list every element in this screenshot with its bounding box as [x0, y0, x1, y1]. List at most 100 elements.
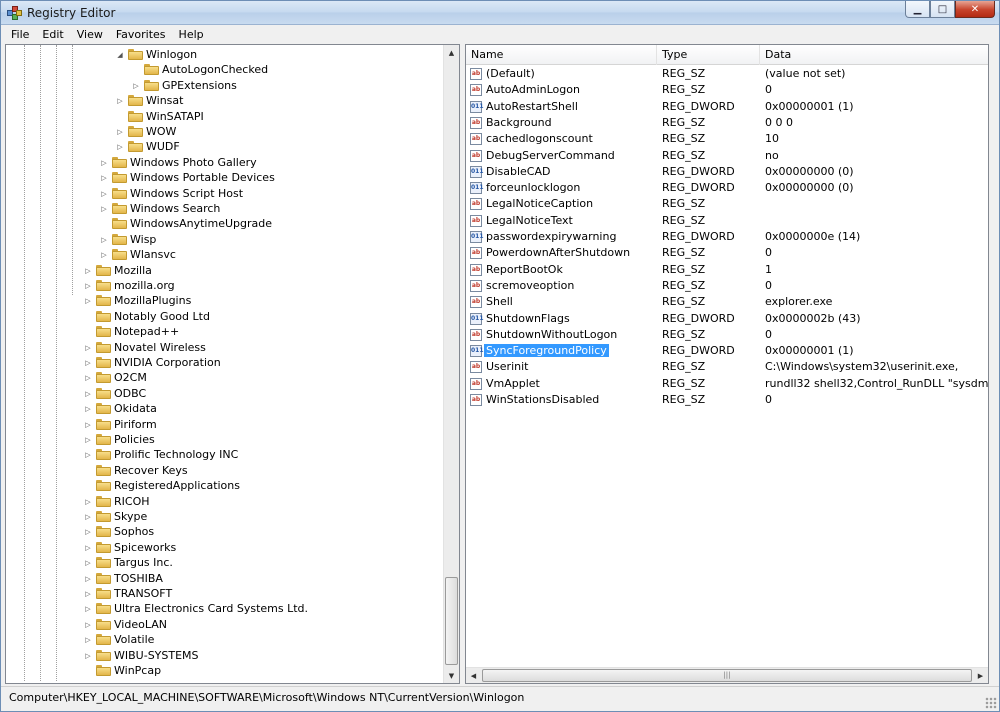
- column-header-data[interactable]: Data: [760, 45, 988, 65]
- value-row[interactable]: ab ReportBootOk REG_SZ 1: [466, 262, 988, 278]
- close-button[interactable]: ✕: [955, 1, 995, 18]
- expand-arrow-icon[interactable]: ▷: [100, 159, 108, 167]
- tree-node[interactable]: Notably Good Ltd: [6, 309, 446, 324]
- tree-node[interactable]: ▷ Windows Portable Devices: [6, 170, 446, 185]
- maximize-button[interactable]: □: [930, 1, 955, 18]
- value-row[interactable]: 011 DisableCAD REG_DWORD 0x00000000 (0): [466, 164, 988, 180]
- expand-arrow-icon[interactable]: ▷: [84, 282, 92, 290]
- expand-arrow-icon[interactable]: ▷: [100, 205, 108, 213]
- tree-node[interactable]: WinSATAPI: [6, 109, 446, 124]
- tree-node[interactable]: ▷ Novatel Wireless: [6, 340, 446, 355]
- tree-node[interactable]: ▷ Windows Script Host: [6, 186, 446, 201]
- expand-arrow-icon[interactable]: ▷: [84, 513, 92, 521]
- tree-node[interactable]: ▷ Volatile: [6, 632, 446, 647]
- scroll-left-icon[interactable]: ◀: [466, 668, 481, 683]
- tree-node[interactable]: ▷ Spiceworks: [6, 540, 446, 555]
- expand-arrow-icon[interactable]: ▷: [84, 405, 92, 413]
- value-row[interactable]: ab Userinit REG_SZ C:\Windows\system32\user…: [466, 359, 988, 375]
- tree-node[interactable]: ▷ Winsat: [6, 93, 446, 108]
- expand-arrow-icon[interactable]: ▷: [84, 605, 92, 613]
- expand-arrow-icon[interactable]: ▷: [84, 344, 92, 352]
- expand-arrow-icon[interactable]: ▷: [84, 621, 92, 629]
- tree-node[interactable]: ▷ NVIDIA Corporation: [6, 355, 446, 370]
- value-row[interactable]: ab cachedlogonscount REG_SZ 10: [466, 131, 988, 147]
- tree-node[interactable]: ▷ TOSHIBA: [6, 571, 446, 586]
- value-row[interactable]: ab scremoveoption REG_SZ 0: [466, 278, 988, 294]
- tree-node[interactable]: WinPcap: [6, 663, 446, 678]
- expand-arrow-icon[interactable]: ▷: [116, 97, 124, 105]
- tree-node[interactable]: ▷ mozilla.org: [6, 278, 446, 293]
- expand-arrow-icon[interactable]: ▷: [84, 421, 92, 429]
- tree-node[interactable]: ▷ Wlansvc: [6, 247, 446, 262]
- value-row[interactable]: 011 ShutdownFlags REG_DWORD 0x0000002b (43): [466, 311, 988, 327]
- expand-arrow-icon[interactable]: ▷: [84, 544, 92, 552]
- expand-arrow-icon[interactable]: ▷: [100, 174, 108, 182]
- value-row[interactable]: ab VmApplet REG_SZ rundll32 shell32,Control…: [466, 376, 988, 392]
- menu-file[interactable]: File: [5, 27, 36, 43]
- key-tree-pane[interactable]: ◢ Winlogon AutoLogonChecked ▷ GPExtensions ▷ W…: [5, 44, 460, 684]
- scroll-right-icon[interactable]: ▶: [973, 668, 988, 683]
- column-header-name[interactable]: Name: [466, 45, 657, 65]
- tree-node[interactable]: ▷ VideoLAN: [6, 617, 446, 632]
- value-row[interactable]: ab Background REG_SZ 0 0 0: [466, 115, 988, 131]
- expand-arrow-icon[interactable]: ▷: [84, 498, 92, 506]
- expand-arrow-icon[interactable]: ▷: [132, 82, 140, 90]
- expand-arrow-icon[interactable]: ▷: [116, 128, 124, 136]
- tree-node[interactable]: ▷ Ultra Electronics Card Systems Ltd.: [6, 601, 446, 616]
- value-row[interactable]: ab LegalNoticeCaption REG_SZ: [466, 196, 988, 212]
- tree-node[interactable]: ▷ WUDF: [6, 139, 446, 154]
- tree-node[interactable]: ▷ ODBC: [6, 386, 446, 401]
- expand-arrow-icon[interactable]: ▷: [84, 359, 92, 367]
- tree-node[interactable]: ▷ RICOH: [6, 494, 446, 509]
- tree-node[interactable]: ▷ Skype: [6, 509, 446, 524]
- tree-node[interactable]: ▷ MozillaPlugins: [6, 293, 446, 308]
- value-row[interactable]: ab DebugServerCommand REG_SZ no: [466, 148, 988, 164]
- value-row[interactable]: 011 AutoRestartShell REG_DWORD 0x00000001 (…: [466, 99, 988, 115]
- tree-node[interactable]: ▷ TRANSOFT: [6, 586, 446, 601]
- menu-edit[interactable]: Edit: [36, 27, 70, 43]
- expand-arrow-icon[interactable]: ▷: [84, 636, 92, 644]
- values-list-pane[interactable]: Name Type Data ab (Default) REG_SZ (value n…: [465, 44, 989, 684]
- value-row[interactable]: ab AutoAdminLogon REG_SZ 0: [466, 82, 988, 98]
- expand-arrow-icon[interactable]: ▷: [84, 528, 92, 536]
- tree-node[interactable]: ▷ Policies: [6, 432, 446, 447]
- value-row[interactable]: ab (Default) REG_SZ (value not set): [466, 66, 988, 82]
- scroll-up-icon[interactable]: ▲: [444, 45, 459, 60]
- expand-arrow-icon[interactable]: ▷: [84, 590, 92, 598]
- values-scroll-thumb[interactable]: |||: [482, 669, 972, 682]
- menu-help[interactable]: Help: [173, 27, 211, 43]
- expand-arrow-icon[interactable]: ▷: [100, 190, 108, 198]
- expand-arrow-icon[interactable]: ▷: [84, 575, 92, 583]
- tree-node[interactable]: ▷ Mozilla: [6, 263, 446, 278]
- tree-node[interactable]: ▷ O2CM: [6, 370, 446, 385]
- tree-node[interactable]: RegisteredApplications: [6, 478, 446, 493]
- tree-node[interactable]: Notepad++: [6, 324, 446, 339]
- tree-node[interactable]: ▷ Wisp: [6, 232, 446, 247]
- menu-favorites[interactable]: Favorites: [110, 27, 173, 43]
- expand-arrow-icon[interactable]: ▷: [100, 251, 108, 259]
- tree-node[interactable]: ▷ Windows Photo Gallery: [6, 155, 446, 170]
- expand-arrow-icon[interactable]: ▷: [84, 297, 92, 305]
- minimize-button[interactable]: ▁: [905, 1, 930, 18]
- value-row[interactable]: ab PowerdownAfterShutdown REG_SZ 0: [466, 245, 988, 261]
- tree-node[interactable]: AutoLogonChecked: [6, 62, 446, 77]
- tree-node[interactable]: ▷ WIBU-SYSTEMS: [6, 648, 446, 663]
- expand-arrow-icon[interactable]: ▷: [116, 143, 124, 151]
- expand-arrow-icon[interactable]: ▷: [84, 451, 92, 459]
- expand-arrow-icon[interactable]: ▷: [84, 390, 92, 398]
- title-bar[interactable]: Registry Editor ▁ □ ✕: [1, 1, 999, 25]
- tree-node[interactable]: Recover Keys: [6, 463, 446, 478]
- tree-node[interactable]: ▷ Windows Search: [6, 201, 446, 216]
- expand-arrow-icon[interactable]: ▷: [84, 652, 92, 660]
- scroll-down-icon[interactable]: ▼: [444, 668, 459, 683]
- value-row[interactable]: ab Shell REG_SZ explorer.exe: [466, 294, 988, 310]
- value-row[interactable]: ab WinStationsDisabled REG_SZ 0: [466, 392, 988, 408]
- expand-arrow-icon[interactable]: ▷: [84, 267, 92, 275]
- menu-view[interactable]: View: [71, 27, 110, 43]
- value-row[interactable]: 011 passwordexpirywarning REG_DWORD 0x00000…: [466, 229, 988, 245]
- tree-node[interactable]: ▷ Prolific Technology INC: [6, 447, 446, 462]
- value-row[interactable]: ab ShutdownWithoutLogon REG_SZ 0: [466, 327, 988, 343]
- expand-arrow-icon[interactable]: ▷: [84, 559, 92, 567]
- tree-node[interactable]: ◢ Winlogon: [6, 47, 446, 62]
- column-header-type[interactable]: Type: [657, 45, 760, 65]
